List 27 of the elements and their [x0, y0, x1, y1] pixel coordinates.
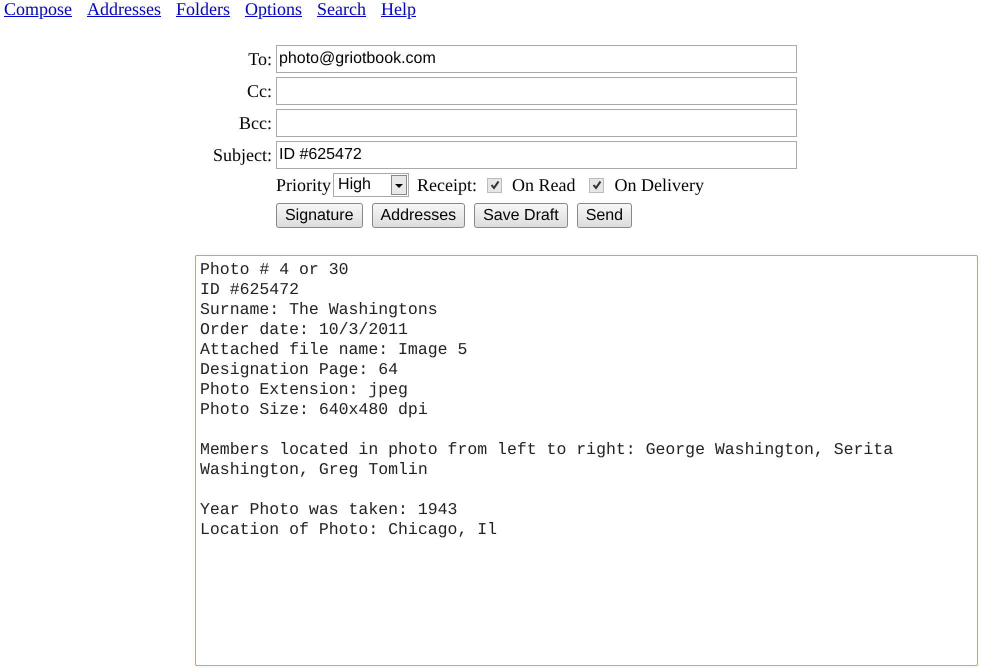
nav-link[interactable]: Addresses	[87, 0, 162, 20]
form-button[interactable]: Save Draft	[474, 203, 568, 228]
nav-link[interactable]: Options	[245, 0, 302, 20]
checkbox-label: On Delivery	[614, 174, 704, 196]
nav-link[interactable]: Search	[317, 0, 366, 20]
checkbox[interactable]	[487, 178, 502, 192]
priority-dropdown[interactable]: High	[333, 173, 410, 197]
field-label: Subject:	[212, 144, 273, 166]
checkbox[interactable]	[589, 178, 604, 192]
message-body-field[interactable]: Photo # 4 or 30 ID #625472 Surname: The Washingtons Order date: 10/3/2011 Attached file name: Image 5 Designation Page: 64 Photo Extension: jpeg Photo Size: 640x480 dpi Members located in photo from left to right: George Washington, Serita Washington, Greg Tomlin Year Photo was taken: 1943 Location of Photo: Chicago, Il	[195, 255, 978, 666]
text-input-field[interactable]: photo@griotbook.com	[276, 45, 797, 73]
priority-label: Priority	[276, 174, 332, 196]
field-label: Cc:	[246, 80, 273, 102]
form-button[interactable]: Addresses	[372, 203, 466, 228]
form-button[interactable]: Signature	[276, 203, 362, 228]
nav-link[interactable]: Compose	[4, 0, 72, 20]
text-input-field[interactable]: ID #625472	[276, 141, 797, 169]
nav-link[interactable]: Folders	[176, 0, 230, 20]
field-label: Bcc:	[238, 112, 273, 134]
receipt-label: Receipt:	[417, 174, 477, 196]
checkbox-label: On Read	[512, 174, 576, 196]
nav-link[interactable]: Help	[381, 0, 416, 20]
field-label: To:	[247, 48, 273, 70]
caret-icon	[391, 175, 408, 195]
text-input-field[interactable]	[276, 109, 797, 137]
form-button[interactable]: Send	[576, 203, 632, 228]
text-input-field[interactable]	[276, 77, 797, 105]
